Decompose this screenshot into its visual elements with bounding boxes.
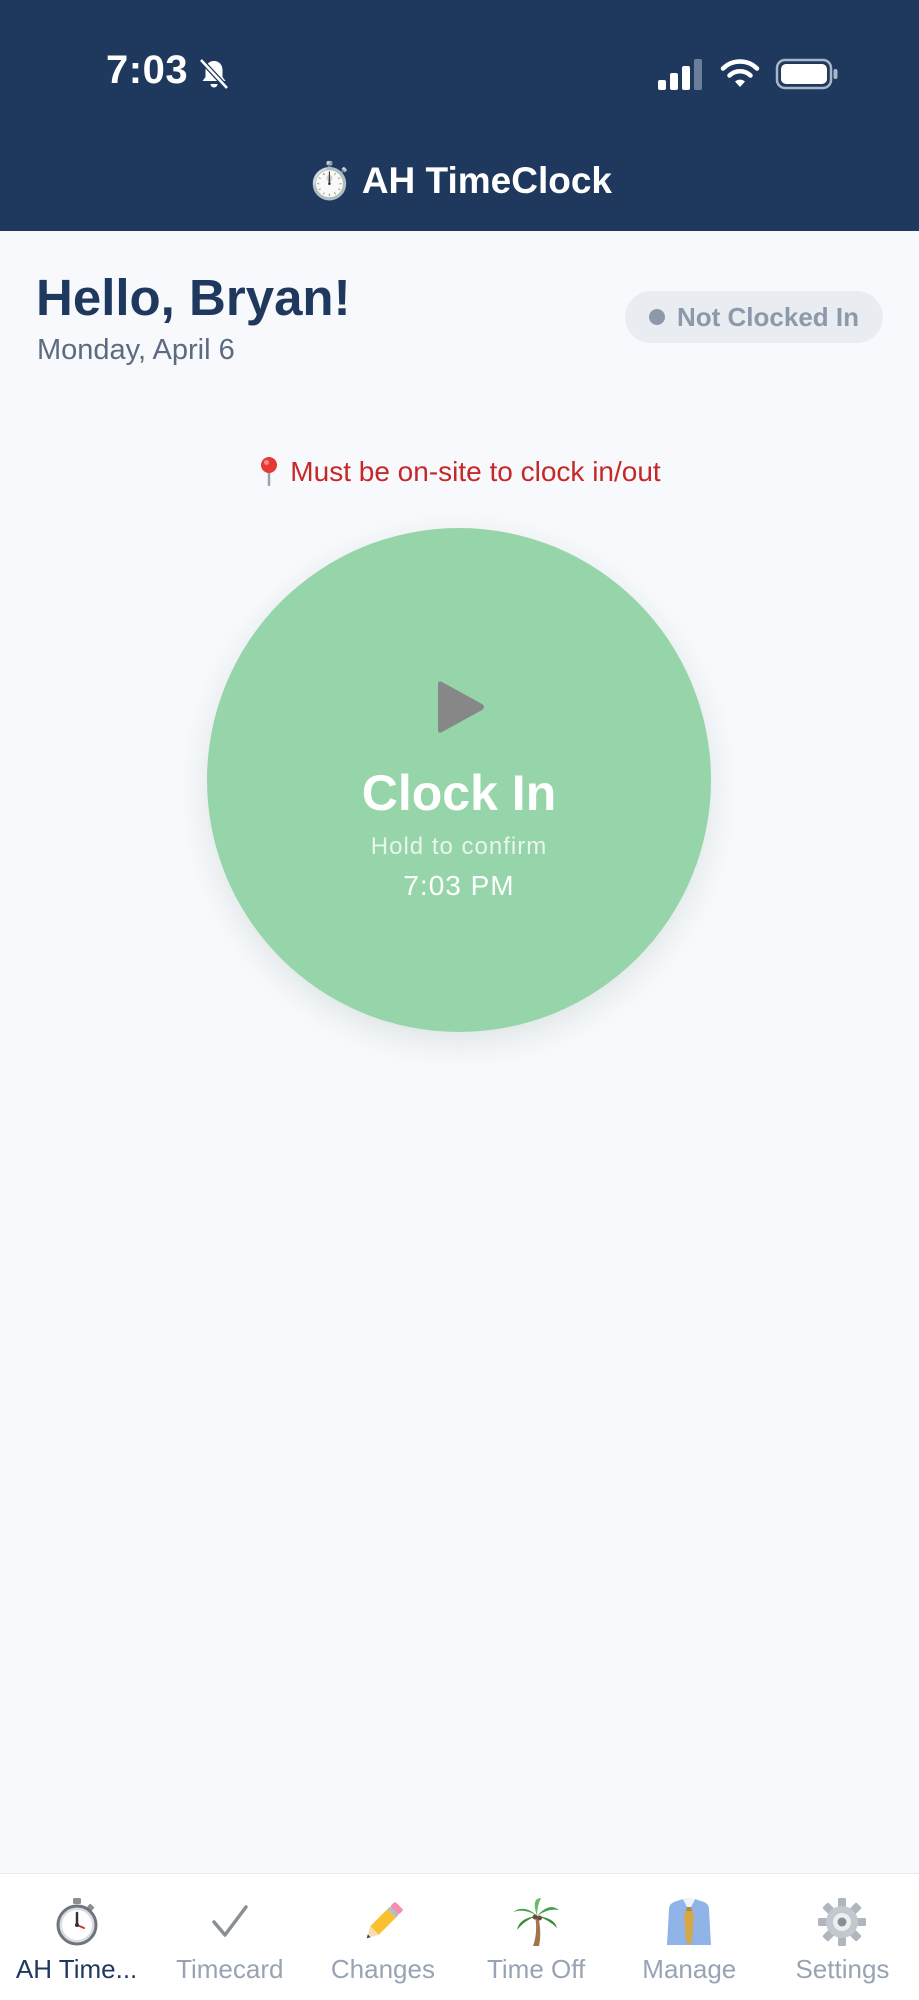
wifi-icon (720, 59, 760, 87)
checkmark-icon (204, 1896, 256, 1948)
status-bar-time: 7:03 (106, 48, 189, 92)
play-icon (438, 681, 484, 733)
app-header: 7:03 ⏱️ AH TimeClock (0, 0, 919, 231)
bell-muted-icon (199, 58, 229, 90)
stopwatch-icon: ⏱️ (307, 160, 352, 201)
tab-settings[interactable]: Settings (766, 1874, 919, 2000)
tab-label: Settings (795, 1954, 890, 1984)
tab-label: Time Off (486, 1954, 586, 1984)
tab-timecard[interactable]: Timecard (153, 1874, 306, 2000)
gear-icon (816, 1896, 868, 1948)
status-badge: Not Clocked In (625, 291, 883, 343)
stopwatch-icon (51, 1896, 103, 1948)
tab-label: AH Time... (15, 1954, 138, 1984)
pencil-icon (357, 1896, 409, 1948)
onsite-notice: Must be on-site to clock in/out (0, 456, 919, 488)
greeting-heading: Hello, Bryan! (36, 269, 351, 326)
map-pin-icon (261, 457, 278, 486)
cellular-signal-icon (658, 59, 702, 90)
app-title-text: AH TimeClock (361, 160, 612, 201)
battery-icon (775, 58, 838, 90)
clock-in-label: Clock In (361, 765, 557, 821)
app-title: ⏱️ AH TimeClock (0, 160, 919, 202)
current-date: Monday, April 6 (37, 334, 235, 366)
palm-tree-icon (510, 1896, 562, 1948)
current-time: 7:03 PM (403, 870, 515, 901)
tab-ah-timeclock[interactable]: AH Time... (0, 1874, 153, 2000)
hold-to-confirm-hint: Hold to confirm (370, 833, 548, 860)
status-badge-label: Not Clocked In (676, 301, 859, 332)
tab-label: Timecard (176, 1954, 284, 1984)
tab-manage[interactable]: Manage (613, 1874, 766, 2000)
onsite-notice-text: Must be on-site to clock in/out (290, 456, 661, 487)
timeclock-screen: 7:03 ⏱️ AH TimeClock Hello, Bryan! Monda… (0, 0, 919, 2000)
status-dot-icon (648, 309, 665, 325)
necktie-icon (663, 1896, 715, 1948)
tab-time-off[interactable]: Time Off (460, 1874, 613, 2000)
tab-label: Manage (642, 1954, 737, 1984)
tab-changes[interactable]: Changes (306, 1874, 459, 2000)
clock-in-button[interactable]: Clock In Hold to confirm 7:03 PM (207, 528, 711, 1032)
tab-label: Changes (330, 1954, 435, 1984)
bottom-tab-bar: AH Time... Timecard Changes Time Off Man… (0, 1873, 919, 2000)
